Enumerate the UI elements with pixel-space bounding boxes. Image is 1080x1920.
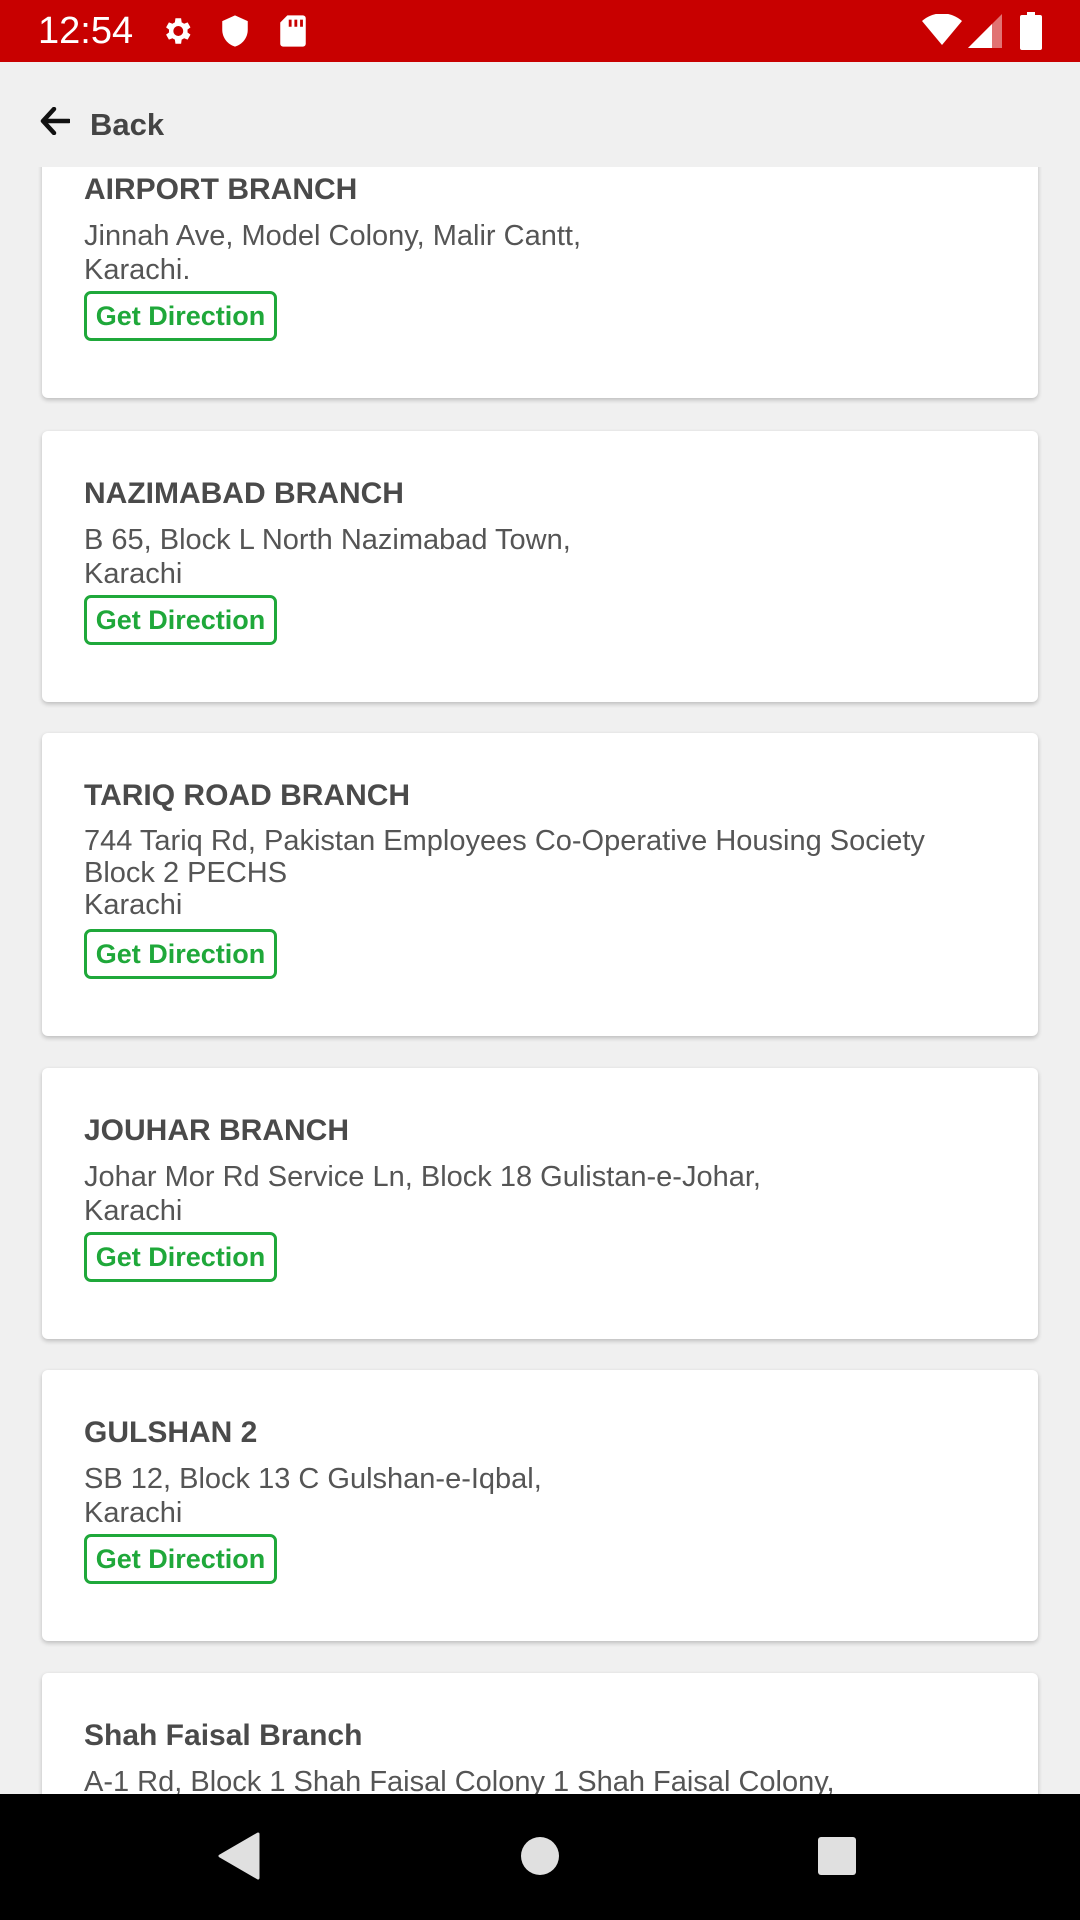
- branch-name: Shah Faisal Branch: [84, 1719, 363, 1752]
- branch-card: NAZIMABAD BRANCH B 65, Block L North Naz…: [42, 431, 1038, 702]
- get-direction-button[interactable]: Get Direction: [84, 929, 277, 979]
- address-line: 744 Tariq Rd, Pakistan Employees Co-Oper…: [84, 825, 925, 857]
- address-line: Block 2 PECHS: [84, 857, 288, 889]
- address-line: Johar Mor Rd Service Ln, Block 18 Gulist…: [84, 1161, 761, 1193]
- get-direction-button[interactable]: Get Direction: [84, 1534, 277, 1584]
- branch-address: Jinnah Ave, Model Colony, Malir Cantt, K…: [84, 219, 1014, 287]
- branch-name: TARIQ ROAD BRANCH: [84, 779, 411, 812]
- branch-address: 744 Tariq Rd, Pakistan Employees Co-Oper…: [84, 825, 1014, 921]
- branch-card: Shah Faisal Branch A-1 Rd, Block 1 Shah …: [42, 1673, 1038, 1794]
- get-direction-button[interactable]: Get Direction: [84, 1232, 277, 1282]
- branch-name: GULSHAN 2: [84, 1416, 258, 1449]
- navigation-bar: [0, 1794, 1080, 1920]
- branch-address: B 65, Block L North Nazimabad Town, Kara…: [84, 523, 1014, 591]
- branch-name: NAZIMABAD BRANCH: [84, 477, 404, 510]
- wifi-icon: [922, 13, 962, 51]
- branch-card: AIRPORT BRANCH Jinnah Ave, Model Colony,…: [42, 167, 1038, 398]
- nav-home-icon[interactable]: [520, 1836, 560, 1881]
- signal-icon: [968, 14, 1002, 53]
- branch-name: AIRPORT BRANCH: [84, 173, 358, 206]
- address-line: A-1 Rd, Block 1 Shah Faisal Colony 1 Sha…: [84, 1766, 835, 1794]
- status-time: 12:54: [38, 10, 134, 52]
- status-bar: 12:54: [0, 0, 1080, 62]
- branch-card: JOUHAR BRANCH Johar Mor Rd Service Ln, B…: [42, 1068, 1038, 1339]
- branch-card: TARIQ ROAD BRANCH 744 Tariq Rd, Pakistan…: [42, 733, 1038, 1036]
- address-line: Karachi: [84, 1195, 183, 1227]
- nav-recents-icon[interactable]: [817, 1836, 857, 1881]
- get-direction-button[interactable]: Get Direction: [84, 291, 277, 341]
- address-line: SB 12, Block 13 C Gulshan-e-Iqbal,: [84, 1463, 542, 1495]
- address-line: Jinnah Ave, Model Colony, Malir Cantt,: [84, 220, 582, 252]
- address-line: Karachi: [84, 1497, 183, 1529]
- address-line: Karachi: [84, 889, 183, 921]
- shield-icon: [220, 14, 250, 53]
- sd-card-icon: [278, 14, 308, 53]
- branch-name: JOUHAR BRANCH: [84, 1114, 350, 1147]
- branch-address: SB 12, Block 13 C Gulshan-e-Iqbal, Karac…: [84, 1462, 1014, 1530]
- address-line: Karachi: [84, 558, 183, 590]
- back-arrow-icon[interactable]: [40, 106, 72, 140]
- address-line: B 65, Block L North Nazimabad Town,: [84, 524, 571, 556]
- app-header: Back: [0, 62, 1080, 167]
- back-button[interactable]: Back: [90, 105, 164, 145]
- branch-address: Johar Mor Rd Service Ln, Block 18 Gulist…: [84, 1160, 1014, 1228]
- branch-list[interactable]: AIRPORT BRANCH Jinnah Ave, Model Colony,…: [0, 167, 1080, 1794]
- branch-card: GULSHAN 2 SB 12, Block 13 C Gulshan-e-Iq…: [42, 1370, 1038, 1641]
- address-line: Karachi.: [84, 254, 191, 286]
- nav-back-icon[interactable]: [218, 1832, 260, 1885]
- gear-icon: [160, 14, 194, 53]
- get-direction-button[interactable]: Get Direction: [84, 595, 277, 645]
- battery-icon: [1020, 12, 1042, 55]
- branch-address: A-1 Rd, Block 1 Shah Faisal Colony 1 Sha…: [84, 1765, 1014, 1794]
